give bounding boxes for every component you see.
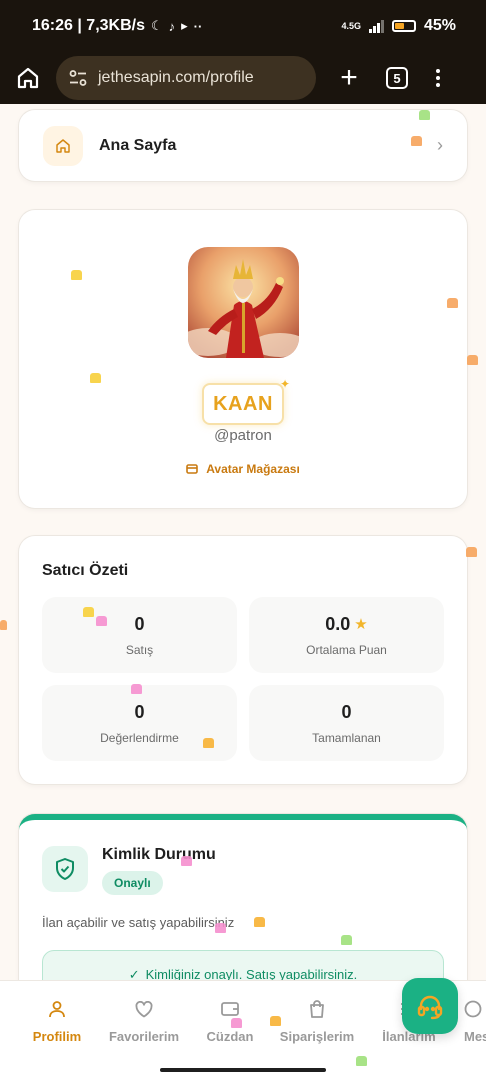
confetti-decoration <box>419 110 430 120</box>
shield-icon-wrap <box>42 846 88 892</box>
tiktok-icon: ♪ <box>168 18 176 34</box>
home-icon-wrap <box>43 125 83 166</box>
nav-label: Favorilerim <box>108 1029 180 1044</box>
confetti-decoration <box>447 298 458 308</box>
signal-icon <box>368 19 384 33</box>
gesture-pill <box>160 1068 326 1072</box>
user-icon <box>49 1001 65 1018</box>
seller-summary-card: Satıcı Özeti 0 Satış 0.0 ★ Ortalama Puan … <box>19 536 467 784</box>
bag-icon <box>310 1000 324 1018</box>
browser-menu-button[interactable] <box>436 69 440 87</box>
browser-toolbar: jethesapin.com/profile + 5 <box>0 52 486 104</box>
confetti-decoration <box>467 355 478 365</box>
avatar-store-label: Avatar Mağazası <box>206 462 300 476</box>
heart-icon <box>135 1000 153 1017</box>
stat-label: Değerlendirme <box>100 730 179 745</box>
more-dots-icon: ·· <box>193 18 203 34</box>
username: @patron <box>214 427 272 444</box>
network-type: 4.5G <box>341 20 361 31</box>
moon-icon: ☾ <box>150 18 163 33</box>
confetti-decoration <box>254 917 265 927</box>
nav-item-profile[interactable]: Profilim <box>17 999 97 1044</box>
confetti-decoration <box>131 684 142 694</box>
nav-item-wallet[interactable]: Cüzdan <box>190 999 270 1044</box>
sparkle-icon: ✦ <box>279 377 290 391</box>
seller-summary-title: Satıcı Özeti <box>42 562 129 579</box>
home-link-card[interactable]: Ana Sayfa › <box>19 110 467 181</box>
gesture-bar <box>0 1058 486 1080</box>
stat-completed: 0 Tamamlanan <box>249 685 444 761</box>
confetti-decoration <box>181 856 192 866</box>
avatar[interactable] <box>187 247 299 358</box>
support-chat-button[interactable] <box>402 978 458 1034</box>
confetti-decoration <box>341 935 352 945</box>
nav-item-orders[interactable]: Siparişlerim <box>277 999 357 1044</box>
confetti-decoration <box>466 547 477 557</box>
stat-label: Ortalama Puan <box>306 642 387 657</box>
shield-check-icon <box>56 858 74 880</box>
store-icon <box>186 464 198 474</box>
confetti-decoration <box>83 607 94 617</box>
chevron-right-icon: › <box>437 135 443 155</box>
confetti-decoration <box>90 373 101 383</box>
nav-label: Mes <box>464 1029 486 1044</box>
profile-card: KAAN ✦ @patron Avatar Mağazası <box>19 210 467 508</box>
stat-label: Satış <box>125 642 154 657</box>
battery-percent: 45% <box>423 17 456 34</box>
nav-label: Siparişlerim <box>279 1029 355 1044</box>
site-settings-icon <box>69 70 87 86</box>
tab-switcher-button[interactable]: 5 <box>386 67 408 89</box>
url-text: jethesapin.com/profile <box>98 69 254 86</box>
stat-value: 0.0 <box>325 613 351 634</box>
home-link-label: Ana Sayfa <box>99 136 177 154</box>
confetti-decoration <box>0 620 7 630</box>
identity-title: Kimlik Durumu <box>102 846 216 863</box>
status-right: 4.5G 45% <box>341 17 456 35</box>
confetti-decoration <box>411 136 422 146</box>
battery-icon <box>391 20 416 32</box>
display-name: KAAN <box>213 392 273 415</box>
stat-value: 0 <box>134 613 145 634</box>
stat-reviews: 0 Değerlendirme <box>42 685 237 761</box>
confetti-decoration <box>356 1056 367 1066</box>
display-name-badge: KAAN ✦ <box>202 377 290 425</box>
url-bar[interactable]: jethesapin.com/profile <box>56 56 316 100</box>
confetti-decoration <box>203 738 214 748</box>
home-icon <box>56 138 70 153</box>
confetti-decoration <box>215 923 226 933</box>
stat-value: 0 <box>134 701 145 722</box>
stat-label: Tamamlanan <box>312 730 381 745</box>
confetti-decoration <box>71 270 82 280</box>
star-icon: ★ <box>354 616 368 633</box>
nav-label: Cüzdan <box>206 1029 254 1044</box>
wallet-icon <box>221 1002 239 1016</box>
stat-average-rating: 0.0 ★ Ortalama Puan <box>249 597 444 673</box>
status-bar: 16:26 | 7,3KB/s ☾ ♪ ▸ ·· 4.5G 45% <box>0 0 486 52</box>
headset-icon <box>417 995 443 1020</box>
message-icon <box>464 1000 482 1018</box>
confetti-decoration <box>270 1016 281 1026</box>
identity-description: İlan açabilir ve satış yapabilirsiniz <box>42 915 235 930</box>
status-left: 16:26 | 7,3KB/s ☾ ♪ ▸ ·· <box>32 17 202 35</box>
status-badge: Onaylı <box>102 871 163 895</box>
new-tab-button[interactable]: + <box>334 63 364 93</box>
confetti-decoration <box>231 1018 242 1028</box>
stat-value: 0 <box>341 701 352 722</box>
stat-sales: 0 Satış <box>42 597 237 673</box>
browser-home-button[interactable] <box>12 62 44 94</box>
status-time-speed: 16:26 | 7,3KB/s <box>32 17 145 34</box>
home-icon <box>17 67 39 89</box>
confetti-decoration <box>96 616 107 626</box>
avatar-store-link[interactable]: Avatar Mağazası <box>186 462 300 476</box>
play-icon: ▸ <box>181 18 188 33</box>
nav-item-favorites[interactable]: Favorilerim <box>104 999 184 1044</box>
nav-label: Profilim <box>32 1029 82 1044</box>
